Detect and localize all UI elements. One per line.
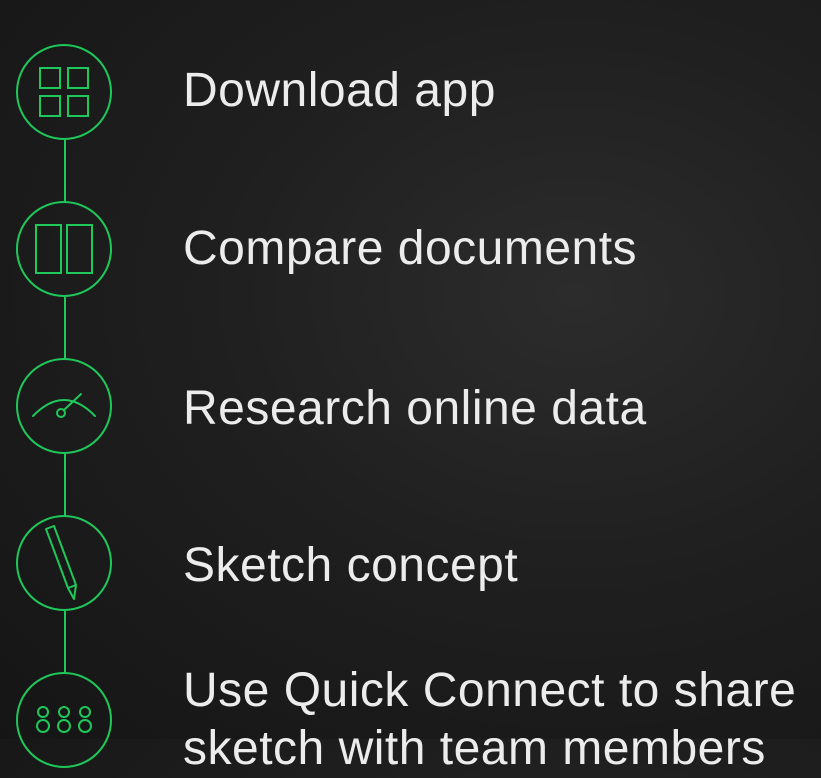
people-group-icon (16, 672, 112, 768)
timeline-connector (64, 454, 66, 516)
compare-columns-icon (16, 201, 112, 297)
step-label-quick-connect-continued: sketch with team members (183, 722, 766, 775)
gauge-icon (16, 358, 112, 454)
grid-icon (16, 44, 112, 140)
step-label-research-online-data: Research online data (183, 382, 647, 435)
timeline-connector (64, 297, 66, 359)
step-label-download-app: Download app (183, 64, 496, 117)
timeline-connector (64, 611, 66, 673)
timeline-connector (64, 140, 66, 202)
pencil-icon (16, 515, 112, 611)
step-label-sketch-concept: Sketch concept (183, 539, 519, 592)
step-label-quick-connect: Use Quick Connect to share (183, 664, 797, 717)
step-label-compare-documents: Compare documents (183, 222, 638, 275)
